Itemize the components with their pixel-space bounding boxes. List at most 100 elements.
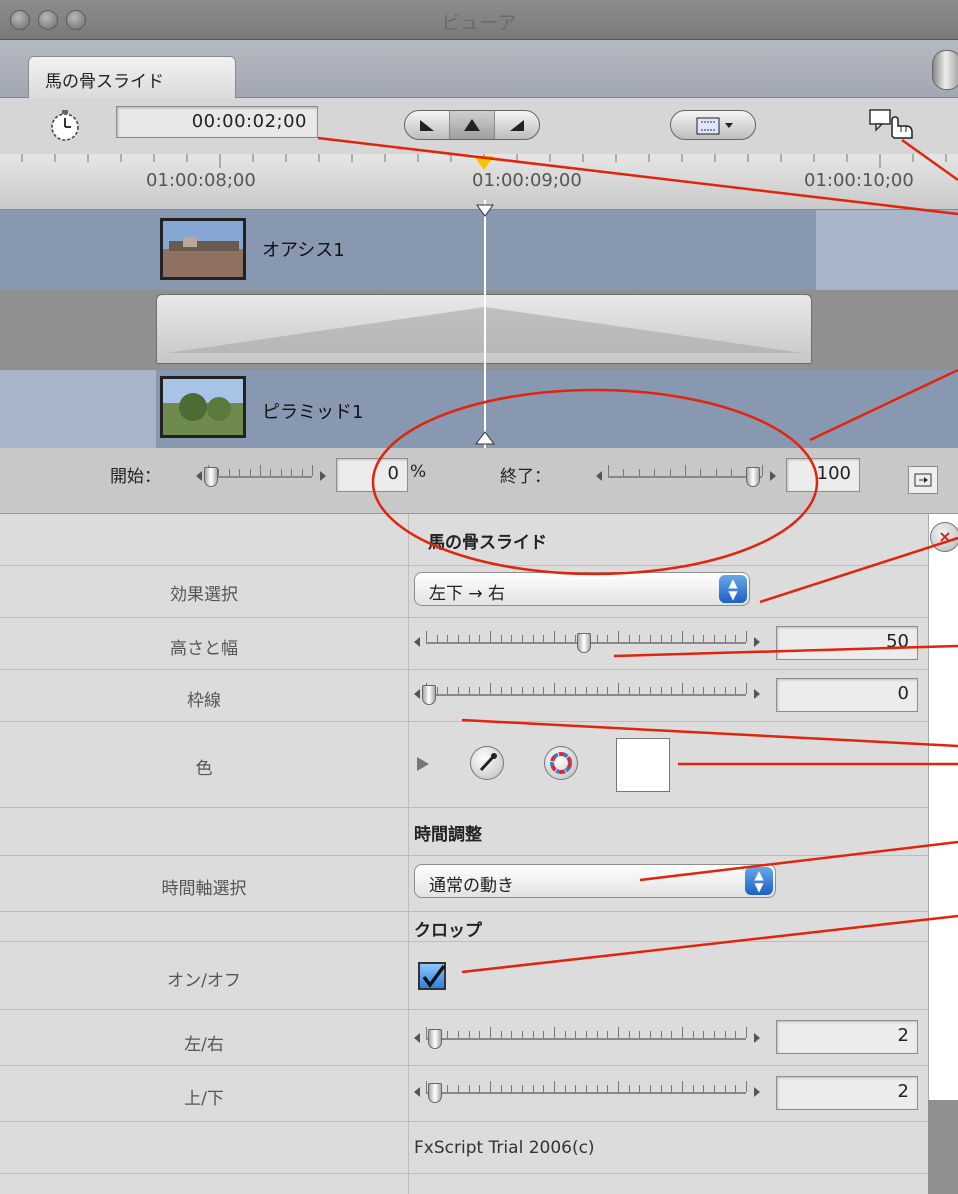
outgoing-clip-tail xyxy=(816,210,958,290)
scroll-knob[interactable] xyxy=(932,50,958,90)
ruler-label-3: 01:00:10;00 xyxy=(804,170,914,191)
start-slider-left-arrow[interactable] xyxy=(196,471,202,481)
expand-button[interactable] xyxy=(908,466,938,494)
slider-tick xyxy=(608,465,609,476)
params-scroll-thumb[interactable] xyxy=(928,1100,958,1194)
eyedropper-button[interactable] xyxy=(470,746,504,780)
slider-tick xyxy=(596,1085,598,1092)
start-slider-track[interactable] xyxy=(208,476,312,478)
tb-slider-left-arrow[interactable] xyxy=(414,1087,420,1097)
slider-tick xyxy=(554,683,555,694)
incoming-clip-head xyxy=(0,370,156,448)
lr-value-field[interactable]: 2 xyxy=(776,1020,918,1054)
start-value-field[interactable]: 0 xyxy=(336,458,408,492)
timecode-field[interactable]: 00:00:02;00 xyxy=(116,106,318,138)
view-options-popup[interactable] xyxy=(670,110,756,140)
slider-tick xyxy=(500,687,502,694)
slider-tick xyxy=(490,1081,491,1092)
size-slider[interactable] xyxy=(414,622,760,662)
tb-slider-thumb[interactable] xyxy=(428,1083,443,1103)
slider-tick xyxy=(564,1031,566,1038)
playhead-marker-bottom xyxy=(475,431,495,445)
end-slider-thumb[interactable] xyxy=(746,467,760,487)
lr-slider[interactable] xyxy=(414,1018,760,1058)
start-slider-right-arrow[interactable] xyxy=(320,471,326,481)
border-slider-right-arrow[interactable] xyxy=(754,689,760,699)
border-slider[interactable] xyxy=(414,674,760,714)
slider-tick xyxy=(596,1031,598,1038)
tb-slider-right-arrow[interactable] xyxy=(754,1087,760,1097)
popup-arrows-icon: ▲ ▼ xyxy=(745,867,773,895)
lr-slider-thumb[interactable] xyxy=(428,1029,443,1049)
start-slider[interactable] xyxy=(196,456,326,496)
lr-label: 左/右 xyxy=(184,1035,224,1055)
time-axis-popup[interactable]: 通常の動き ▲ ▼ xyxy=(414,864,776,898)
tab-effect[interactable]: 馬の骨スライド xyxy=(28,56,236,99)
slider-tick xyxy=(426,1027,427,1038)
eyedropper-icon xyxy=(479,753,497,772)
slider-tick xyxy=(270,469,272,476)
slider-tick xyxy=(692,1085,694,1092)
slider-tick xyxy=(628,687,630,694)
slider-tick xyxy=(639,1085,641,1092)
slider-tick xyxy=(703,1085,705,1092)
slider-tick xyxy=(724,635,726,642)
slider-tick xyxy=(724,1085,726,1092)
color-wheel-button[interactable] xyxy=(544,746,578,780)
size-slider-right-arrow[interactable] xyxy=(754,637,760,647)
slider-tick xyxy=(607,1085,609,1092)
slider-tick xyxy=(682,1081,683,1092)
slider-tick xyxy=(671,635,673,642)
disclosure-triangle-icon[interactable] xyxy=(416,756,430,772)
border-slider-thumb[interactable] xyxy=(422,685,436,705)
end-slider[interactable] xyxy=(596,456,776,496)
slider-tick xyxy=(735,1085,737,1092)
slider-tick xyxy=(618,1027,619,1038)
slider-tick xyxy=(291,469,293,476)
align-start-button[interactable] xyxy=(405,111,450,139)
tb-slider-track[interactable] xyxy=(426,1092,746,1094)
slider-tick xyxy=(479,635,481,642)
slider-tick xyxy=(650,1085,651,1092)
slider-tick xyxy=(468,635,470,642)
playhead-icon[interactable] xyxy=(474,156,494,170)
end-slider-left-arrow[interactable] xyxy=(596,471,602,481)
playhead-line[interactable] xyxy=(484,200,486,450)
end-label: 終了： xyxy=(500,467,551,487)
size-value-field[interactable]: 50 xyxy=(776,626,918,660)
lr-slider-right-arrow[interactable] xyxy=(754,1033,760,1043)
lr-slider-track[interactable] xyxy=(426,1038,746,1040)
end-value-field[interactable]: 100 xyxy=(786,458,860,492)
outgoing-clip-track[interactable] xyxy=(0,210,816,290)
film-view-icon xyxy=(696,117,733,135)
start-label: 開始： xyxy=(110,467,161,487)
end-slider-right-arrow[interactable] xyxy=(770,471,776,481)
color-swatch[interactable] xyxy=(616,738,670,792)
align-center-button[interactable] xyxy=(450,111,495,139)
crop-checkbox[interactable] xyxy=(418,962,446,990)
slider-tick xyxy=(660,635,662,642)
slider-tick xyxy=(639,635,641,642)
border-slider-track[interactable] xyxy=(426,694,746,696)
slider-tick xyxy=(607,635,609,642)
size-slider-left-arrow[interactable] xyxy=(414,637,420,647)
end-slider-track[interactable] xyxy=(608,476,762,478)
tb-value-field[interactable]: 2 xyxy=(776,1076,918,1110)
slider-tick xyxy=(564,687,566,694)
close-icon[interactable]: × xyxy=(930,522,958,552)
effect-popup[interactable]: 左下 → 右 ▲ ▼ xyxy=(414,572,750,606)
start-slider-thumb[interactable] xyxy=(204,467,218,487)
border-slider-left-arrow[interactable] xyxy=(414,689,420,699)
slider-tick xyxy=(618,631,619,642)
hand-pointer-icon[interactable] xyxy=(868,106,916,142)
params-scrollbar[interactable] xyxy=(928,514,958,1194)
clip-name-oasis: オアシス1 xyxy=(262,240,345,261)
lr-slider-left-arrow[interactable] xyxy=(414,1033,420,1043)
slider-tick xyxy=(650,687,651,694)
border-value-field[interactable]: 0 xyxy=(776,678,918,712)
checkmark-icon xyxy=(422,964,446,988)
tb-slider[interactable] xyxy=(414,1072,760,1112)
align-end-button[interactable] xyxy=(495,111,539,139)
stopwatch-icon[interactable] xyxy=(48,108,82,142)
size-slider-thumb[interactable] xyxy=(577,633,591,653)
